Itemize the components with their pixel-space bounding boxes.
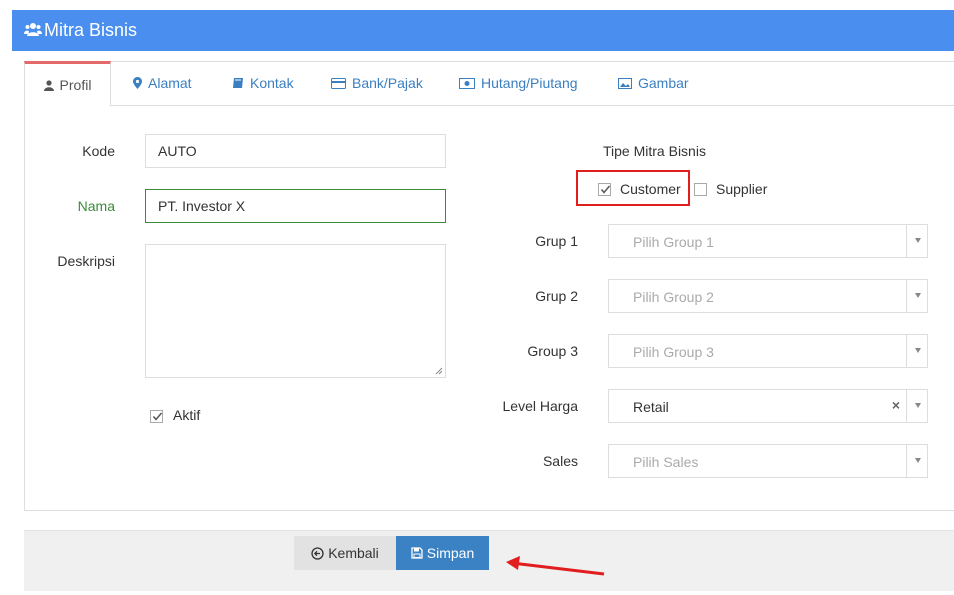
select-divider: [906, 335, 907, 367]
tab-bank-pajak[interactable]: Bank/Pajak: [331, 61, 423, 105]
image-icon: [618, 77, 632, 89]
credit-card-icon: [331, 77, 346, 89]
sales-placeholder: Pilih Sales: [633, 454, 699, 470]
tab-label: Hutang/Piutang: [481, 75, 578, 91]
grup2-select[interactable]: Pilih Group 2: [608, 279, 928, 313]
clear-icon[interactable]: ×: [892, 397, 900, 413]
chevron-down-icon[interactable]: [915, 348, 921, 353]
resize-grip-icon[interactable]: [435, 367, 443, 375]
deskripsi-label: Deskripsi: [57, 253, 115, 269]
nama-value: PT. Investor X: [158, 198, 246, 214]
chevron-down-icon[interactable]: [915, 238, 921, 243]
tab-label: Alamat: [148, 75, 192, 91]
tab-label: Profil: [59, 77, 92, 93]
chevron-down-icon[interactable]: [915, 458, 921, 463]
group3-select[interactable]: Pilih Group 3: [608, 334, 928, 368]
sales-select[interactable]: Pilih Sales: [608, 444, 928, 478]
select-divider: [906, 445, 907, 477]
money-icon: [459, 77, 475, 89]
annotation-arrow-icon: [506, 556, 605, 576]
aktif-label: Aktif: [173, 407, 201, 423]
supplier-checkbox[interactable]: [694, 183, 707, 196]
save-button-label: Simpan: [426, 545, 475, 561]
page-title: Mitra Bisnis: [44, 20, 138, 40]
floppy-disk-icon: [411, 547, 423, 559]
check-icon: [152, 412, 163, 421]
supplier-label: Supplier: [716, 181, 768, 197]
kode-value: AUTO: [158, 143, 197, 159]
back-button[interactable]: Kembali: [294, 536, 396, 570]
arrow-circle-left-icon: [311, 546, 324, 560]
kode-label: Kode: [82, 143, 115, 159]
tab-label: Bank/Pajak: [352, 75, 423, 91]
kode-field[interactable]: AUTO: [145, 134, 446, 168]
group3-label: Group 3: [527, 343, 578, 359]
select-divider: [906, 280, 907, 312]
check-icon: [600, 185, 611, 194]
tab-gambar[interactable]: Gambar: [618, 61, 689, 105]
tab-kontak[interactable]: Kontak: [232, 61, 294, 105]
grup2-placeholder: Pilih Group 2: [633, 289, 714, 305]
grup1-placeholder: Pilih Group 1: [633, 234, 714, 250]
customer-label: Customer: [620, 181, 681, 197]
level-harga-label: Level Harga: [502, 398, 579, 414]
aktif-checkbox[interactable]: [150, 410, 163, 423]
deskripsi-textarea[interactable]: [145, 244, 446, 378]
select-divider: [906, 225, 907, 257]
save-button[interactable]: Simpan: [396, 536, 489, 570]
map-marker-icon: [133, 77, 142, 89]
level-harga-value: Retail: [633, 399, 669, 415]
tab-label: Kontak: [250, 75, 294, 91]
customer-checkbox[interactable]: [598, 183, 611, 196]
page-header: Mitra Bisnis: [12, 10, 954, 51]
back-button-label: Kembali: [328, 545, 379, 561]
nama-field[interactable]: PT. Investor X: [145, 189, 446, 223]
form-footer: [24, 530, 954, 591]
level-harga-select[interactable]: Retail ×: [608, 389, 928, 423]
chevron-down-icon[interactable]: [915, 293, 921, 298]
grup1-select[interactable]: Pilih Group 1: [608, 224, 928, 258]
grup1-label: Grup 1: [535, 233, 578, 249]
users-icon: [24, 23, 42, 36]
tab-label: Gambar: [638, 75, 689, 91]
sales-label: Sales: [542, 453, 578, 469]
tab-divider: [24, 105, 954, 106]
book-icon: [233, 78, 243, 88]
tab-hutang-piutang[interactable]: Hutang/Piutang: [459, 61, 578, 105]
chevron-down-icon[interactable]: [915, 403, 921, 408]
grup2-label: Grup 2: [535, 288, 578, 304]
select-divider: [906, 390, 907, 422]
group3-placeholder: Pilih Group 3: [633, 344, 714, 360]
tab-profil[interactable]: Profil: [24, 61, 111, 106]
user-icon: [43, 79, 54, 91]
tipe-mitra-label: Tipe Mitra Bisnis: [603, 143, 706, 159]
tab-alamat[interactable]: Alamat: [133, 61, 192, 105]
nama-label: Nama: [77, 198, 115, 214]
